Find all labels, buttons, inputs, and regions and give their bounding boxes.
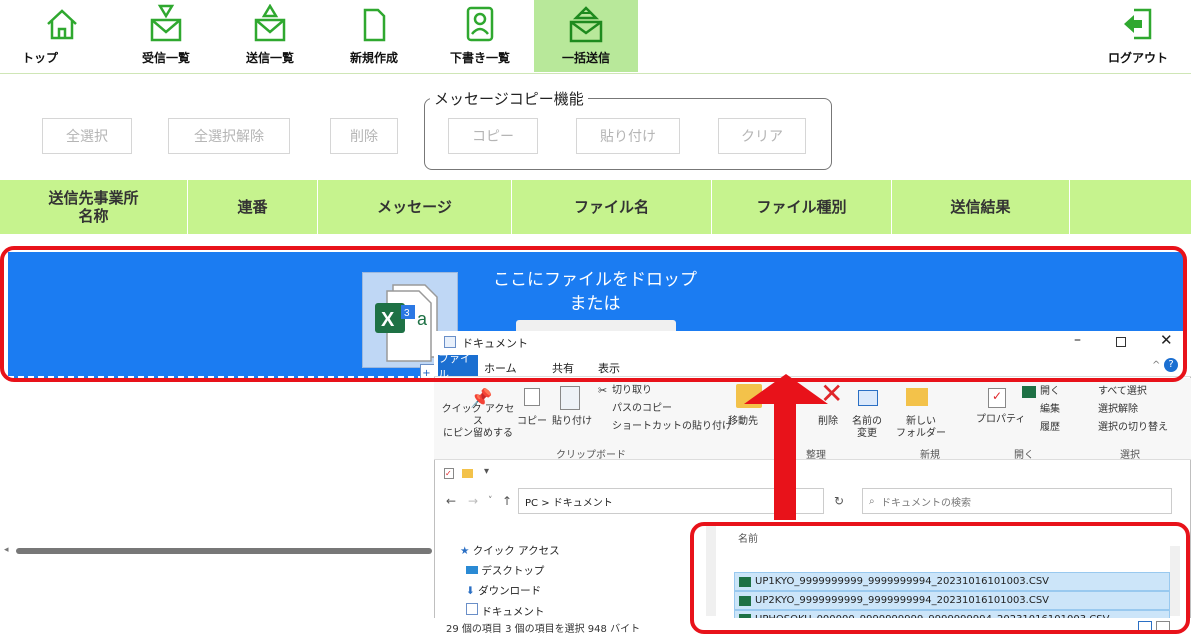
ribbon-open-button[interactable]: 開く (1040, 386, 1060, 398)
nav-pane-downloads-label: ダウンロード (478, 585, 542, 597)
message-copy-group-label: メッセージコピー機能 (430, 88, 588, 109)
drop-zone-highlight (0, 246, 1187, 382)
drag-arrow-head (744, 374, 828, 404)
nav-pane-downloads[interactable]: ⬇ ダウンロード (466, 583, 541, 598)
logout-button[interactable]: ログアウト (1090, 0, 1186, 72)
search-placeholder: ドキュメントの検索 (880, 497, 971, 509)
status-text: 29 個の項目 3 個の項目を選択 948 バイト (446, 624, 641, 635)
search-input[interactable]: ⌕ ドキュメントの検索 (862, 488, 1172, 514)
nav-sent-label: 送信一覧 (245, 51, 294, 65)
nav-drafts-label: 下書き一覧 (449, 51, 510, 65)
ribbon-new-folder-button[interactable]: 新しい フォルダー (896, 416, 946, 440)
home-icon (47, 9, 77, 40)
column-header-filename: ファイル名 (512, 180, 712, 234)
column-header-message: メッセージ (318, 180, 512, 234)
bulk-send-icon (569, 6, 603, 43)
inbox-icon (150, 4, 182, 42)
up-icon[interactable]: ↑ (502, 494, 512, 508)
desktop-icon (466, 566, 478, 574)
nav-new[interactable]: 新規作成 (330, 0, 418, 72)
cut-icon: ✂ (598, 384, 608, 397)
ribbon-group-clipboard: クリップボード (556, 450, 626, 461)
select-all-button[interactable]: 全選択 (42, 118, 132, 154)
ribbon-history-button[interactable]: 履歴 (1040, 422, 1060, 434)
nav-pane-documents[interactable]: ドキュメント (466, 603, 544, 619)
selected-files-highlight (690, 522, 1190, 634)
rename-icon (858, 390, 878, 406)
properties-icon: ✓ (988, 388, 1006, 408)
new-document-icon (363, 8, 386, 42)
logout-icon (1124, 8, 1152, 40)
pin-quick-access-button[interactable]: クイック アクセス にピン留めする (440, 404, 516, 440)
nav-drafts[interactable]: 下書き一覧 (436, 0, 524, 72)
qat-dropdown-icon[interactable]: ▾ (484, 466, 489, 477)
ribbon-paste-shortcut-button[interactable]: ショートカットの貼り付け (612, 421, 732, 433)
qat-properties-icon[interactable]: ✓ (444, 468, 454, 479)
copy-icon (524, 388, 540, 406)
ribbon-group-organize: 整理 (806, 450, 826, 461)
nav-bulk-send-label: 一括送信 (561, 51, 610, 65)
nav-pane-quick-access-label: クイック アクセス (472, 545, 560, 557)
copy-button[interactable]: コピー (448, 118, 538, 154)
ribbon-properties-button[interactable]: プロパティ (976, 414, 1025, 426)
nav-pane-documents-label: ドキュメント (481, 606, 545, 618)
ribbon-select-all-button[interactable]: すべて選択 (1098, 386, 1147, 398)
search-icon: ⌕ (869, 495, 881, 507)
paste-icon (560, 386, 580, 410)
new-folder-icon (906, 388, 928, 406)
address-path: PC > ドキュメント (525, 497, 613, 509)
column-header-filetype: ファイル種別 (712, 180, 892, 234)
sent-icon (254, 4, 286, 42)
ribbon-copy-button[interactable]: コピー (516, 416, 548, 428)
back-icon[interactable]: ← (446, 494, 456, 508)
ribbon-rename-button[interactable]: 名前の 変更 (852, 416, 882, 440)
ribbon-edit-button[interactable]: 編集 (1040, 404, 1060, 416)
nav-sent[interactable]: 送信一覧 (226, 0, 314, 72)
ribbon-copy-path-button[interactable]: パスのコピー (612, 403, 672, 415)
forward-icon[interactable]: → (468, 494, 478, 508)
recent-dropdown-icon[interactable]: ˅ (488, 496, 493, 506)
documents-icon (466, 603, 478, 615)
deselect-all-button[interactable]: 全選択解除 (168, 118, 290, 154)
nav-pane-desktop-label: デスクトップ (481, 565, 545, 577)
nav-pane-desktop[interactable]: デスクトップ (466, 563, 544, 578)
delete-button[interactable]: 削除 (330, 118, 398, 154)
nav-pane-quick-access[interactable]: ★ クイック アクセス (460, 543, 560, 558)
ribbon-group-select: 選択 (1120, 450, 1140, 461)
drag-arrow-shaft (774, 396, 796, 520)
ribbon-cut-button[interactable]: 切り取り (612, 385, 652, 397)
ribbon-invert-selection-button[interactable]: 選択の切り替え (1098, 422, 1168, 434)
nav-bulk-send[interactable]: 一括送信 (534, 0, 638, 72)
ribbon-move-to-button[interactable]: 移動先 (728, 416, 758, 428)
nav-new-label: 新規作成 (349, 51, 398, 65)
column-header-serial: 連番 (188, 180, 318, 234)
star-icon: ★ (460, 545, 473, 557)
ribbon-group-open: 開く (1014, 450, 1034, 461)
clear-button[interactable]: クリア (718, 118, 806, 154)
ribbon-select-none-button[interactable]: 選択解除 (1098, 404, 1138, 416)
download-icon: ⬇ (466, 585, 479, 597)
qat-folder-icon[interactable] (462, 469, 473, 478)
scroll-left-icon[interactable]: ◂ (4, 545, 9, 555)
logout-label: ログアウト (1107, 51, 1168, 65)
nav-top[interactable]: トップ (18, 0, 106, 72)
nav-inbox-label: 受信一覧 (141, 51, 190, 65)
column-header-destination: 送信先事業所 名称 (0, 180, 188, 234)
excel-open-icon (1022, 386, 1036, 398)
ribbon-paste-button[interactable]: 貼り付け (552, 416, 592, 428)
paste-button[interactable]: 貼り付け (576, 118, 680, 154)
nav-top-label: トップ (22, 51, 59, 65)
refresh-icon[interactable]: ↻ (834, 494, 844, 508)
ribbon-group-new: 新規 (920, 450, 940, 461)
column-header-extra (1070, 180, 1191, 234)
drafts-icon (466, 6, 494, 42)
ribbon-delete-button[interactable]: 削除 (818, 416, 838, 428)
column-header-result: 送信結果 (892, 180, 1070, 234)
table-horizontal-scrollbar[interactable] (16, 548, 432, 554)
nav-inbox[interactable]: 受信一覧 (122, 0, 210, 72)
